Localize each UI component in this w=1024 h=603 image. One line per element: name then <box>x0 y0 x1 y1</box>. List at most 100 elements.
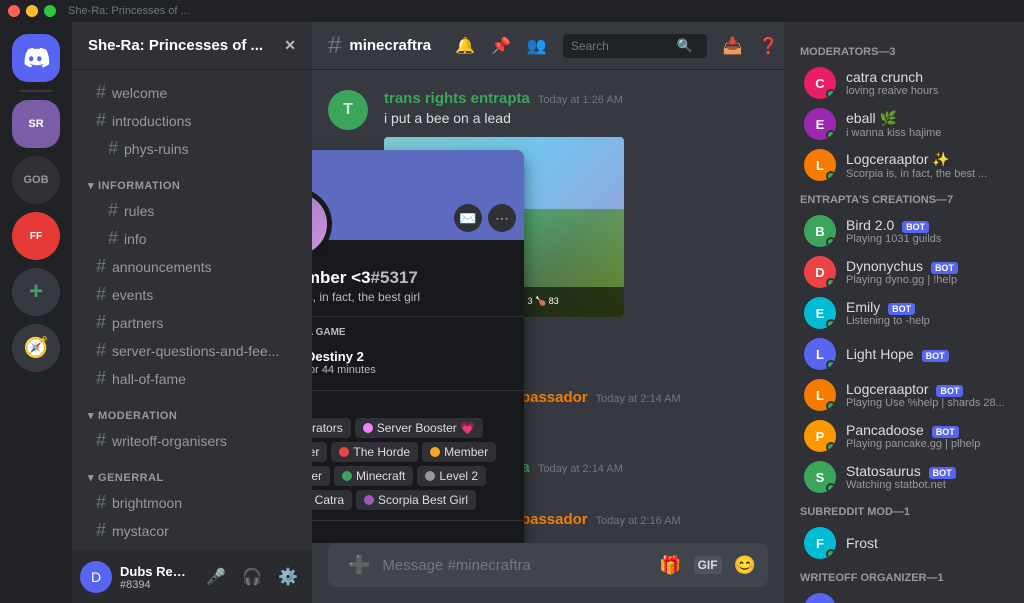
profile-popup: A ✉️ ⋯ ⊏⊳ Amber <3#5317 Scorpia is, in f… <box>312 150 524 543</box>
role-badge: Team Catra <box>312 490 352 510</box>
pin-icon[interactable]: 📌 <box>491 36 511 56</box>
role-badge: Server Booster 💗 <box>355 418 483 438</box>
online-indicator <box>826 360 836 370</box>
channel-item-phys-ruins[interactable]: # phys-ruins <box>80 135 304 162</box>
member-item[interactable]: E Emily BOT Listening to -help <box>792 293 1016 333</box>
hash-notification-icon[interactable]: 🔔 <box>455 36 475 56</box>
server-list: SR GOB FF + 🧭 <box>0 22 72 603</box>
category-general[interactable]: ▾ GENERRAL <box>72 455 312 488</box>
online-indicator <box>826 442 836 452</box>
member-item[interactable]: E eball 🌿 i wanna kiss hajime <box>792 104 1016 144</box>
message-timestamp: Today at 2:14 AM <box>596 393 681 405</box>
channel-hash-icon: # <box>108 200 118 221</box>
channel-item-writeoff[interactable]: # writeoff-organisers <box>80 427 304 454</box>
channel-item-info[interactable]: # info <box>80 225 304 252</box>
online-indicator <box>826 401 836 411</box>
profile-game-info: 🎯 Destiny 2 for 44 minutes <box>312 344 508 380</box>
profile-more-button[interactable]: ⋯ <box>488 204 516 232</box>
channel-item-introductions[interactable]: # introductions <box>80 107 304 134</box>
mute-button[interactable]: 🎤 <box>200 561 232 593</box>
member-category-moderators: MODERATORS—3 <box>784 38 1024 62</box>
channel-item-announcements[interactable]: # announcements <box>80 253 304 280</box>
channel-name-phys-ruins: phys-ruins <box>124 141 296 157</box>
member-item[interactable]: L Logceraaptor ✨ Scorpia is, in fact, th… <box>792 145 1016 185</box>
member-name: Pancadoose BOT <box>846 422 1008 438</box>
online-indicator <box>826 319 836 329</box>
members-icon[interactable]: 👥 <box>527 36 547 56</box>
search-input[interactable] <box>571 39 671 53</box>
bot-badge: BOT <box>929 467 956 479</box>
category-arrow-icon: ▾ <box>88 179 94 192</box>
category-information[interactable]: ▾ INFORMATION <box>72 163 312 196</box>
member-item[interactable]: F Frost <box>792 523 1016 563</box>
member-item[interactable]: P Pancadoose BOT Playing pancake.gg | pl… <box>792 416 1016 456</box>
server-icon-shera[interactable]: SR <box>12 100 60 148</box>
server-icon-filmfiction[interactable]: FF <box>12 212 60 260</box>
profile-game-details: Destiny 2 for 44 minutes <box>312 349 376 376</box>
gif-icon[interactable]: GIF <box>694 556 722 574</box>
bot-badge: BOT <box>931 262 958 274</box>
channel-hash-icon: # <box>96 520 106 541</box>
channel-item-events[interactable]: # events <box>80 281 304 308</box>
role-badge: Level 2 <box>417 466 486 486</box>
channel-name-welcome: welcome <box>112 85 296 101</box>
server-icon-add[interactable]: + <box>12 268 60 316</box>
channel-item-hall-of-fame[interactable]: # hall-of-fame <box>80 365 304 392</box>
add-file-icon[interactable]: ➕ <box>344 551 374 580</box>
profile-banner: A ✉️ ⋯ <box>312 150 524 240</box>
server-icon-discord[interactable] <box>12 34 60 82</box>
server-icon-explore[interactable]: 🧭 <box>12 324 60 372</box>
role-badge: Soldier <box>312 442 327 462</box>
gift-icon[interactable]: 🎁 <box>655 551 685 580</box>
member-info: Pancadoose BOT Playing pancake.gg | plhe… <box>846 422 1008 450</box>
channel-sidebar: She-Ra: Princesses of ... ✕ # welcome # … <box>72 22 312 603</box>
member-item[interactable]: S Statosaurus BOT Watching statbot.net <box>792 457 1016 497</box>
search-box[interactable]: 🔍 <box>563 34 707 58</box>
member-item[interactable]: B Bird 2.0 BOT Playing 1031 guilds <box>792 211 1016 251</box>
category-moderation[interactable]: ▾ MODERATION <box>72 393 312 426</box>
emoji-icon[interactable]: 😊 <box>730 551 760 580</box>
server-icon-gob[interactable]: GOB <box>12 156 60 204</box>
member-item[interactable]: D Dynonychus BOT Playing dyno.gg | !help <box>792 252 1016 292</box>
member-item[interactable]: D Dubs Rewatcher <box>792 589 1016 603</box>
message-input[interactable] <box>382 557 647 574</box>
channel-item-brightmoon[interactable]: # brightmoon <box>80 489 304 516</box>
channel-list: # welcome # introductions # phys-ruins ▾… <box>72 70 312 551</box>
profile-status-text: Scorpia is, in fact, the best girl <box>312 290 508 304</box>
message-timestamp: Today at 2:14 AM <box>538 463 623 475</box>
inbox-icon[interactable]: 📥 <box>723 36 743 56</box>
member-info: Logceraaptor ✨ Scorpia is, in fact, the … <box>846 151 1008 180</box>
profile-action-button[interactable]: ✉️ <box>454 204 482 232</box>
member-name: Frost <box>846 535 1008 551</box>
member-info: Logceraaptor BOT Playing Use %help | sha… <box>846 381 1008 409</box>
server-header[interactable]: She-Ra: Princesses of ... ✕ <box>72 22 312 70</box>
avatar: E <box>804 297 836 329</box>
avatar: S <box>804 461 836 493</box>
profile-note-area: NOTE Click to add a note <box>312 521 524 543</box>
channel-hash-icon: # <box>96 430 106 451</box>
channel-item-server-questions[interactable]: # server-questions-and-fee... <box>80 337 304 364</box>
member-item[interactable]: L Logceraaptor BOT Playing Use %help | s… <box>792 375 1016 415</box>
help-icon[interactable]: ❓ <box>759 36 779 56</box>
online-indicator <box>826 237 836 247</box>
member-item-light-hope[interactable]: L Light Hope BOT <box>792 334 1016 374</box>
channel-item-rules[interactable]: # rules <box>80 197 304 224</box>
member-info: Bird 2.0 BOT Playing 1031 guilds <box>846 217 1008 245</box>
channel-item-partners[interactable]: # partners <box>80 309 304 336</box>
minimize-button[interactable] <box>26 5 38 17</box>
channel-item-mystacor[interactable]: # mystacor <box>80 517 304 544</box>
close-button[interactable] <box>8 5 20 17</box>
message-author[interactable]: trans rights entrapta <box>384 90 530 107</box>
deafen-button[interactable]: 🎧 <box>236 561 268 593</box>
channel-hash-icon: # <box>96 82 106 103</box>
settings-button[interactable]: ⚙️ <box>272 561 304 593</box>
channel-name-partners: partners <box>112 315 296 331</box>
channel-name-events: events <box>112 287 296 303</box>
channel-item-welcome[interactable]: # welcome <box>80 79 304 106</box>
maximize-button[interactable] <box>44 5 56 17</box>
channel-hash-icon: # <box>96 110 106 131</box>
member-info: Emily BOT Listening to -help <box>846 299 1008 327</box>
avatar: L <box>804 379 836 411</box>
role-badge: Member <box>422 442 496 462</box>
member-item[interactable]: C catra crunch loving reaive hours <box>792 63 1016 103</box>
